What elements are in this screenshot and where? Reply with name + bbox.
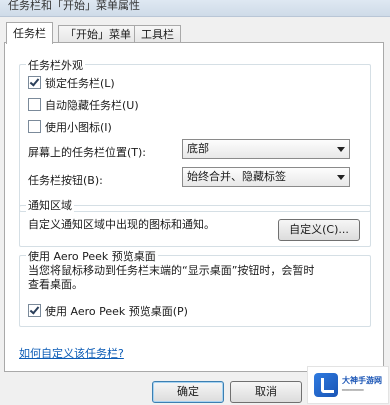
window-title: 任务栏和「开始」菜单属性 [8, 0, 140, 12]
site-watermark: 大神手游网 ━━━━━━ [307, 366, 389, 404]
lock-taskbar-label: 锁定任务栏(L) [45, 77, 115, 90]
position-label: 屏幕上的任务栏位置(T): [28, 146, 147, 159]
position-select[interactable]: 底部 [182, 139, 350, 159]
chevron-down-icon [337, 147, 345, 152]
notification-legend: 通知区域 [26, 197, 74, 213]
tab-start-menu[interactable]: 「开始」菜单 [58, 25, 138, 43]
cancel-button[interactable]: 取消 [230, 381, 302, 403]
position-value: 底部 [187, 142, 209, 155]
buttons-label: 任务栏按钮(B): [28, 174, 103, 187]
taskbar-tab-panel: 任务栏外观 锁定任务栏(L) 自动隐藏任务栏(U) 使用小图标(I) 屏幕上的任… [4, 42, 384, 372]
lock-taskbar-checkbox[interactable] [28, 76, 41, 89]
aero-peek-checkbox[interactable] [28, 304, 41, 317]
tab-taskbar[interactable]: 任务栏 [6, 22, 53, 44]
aero-peek-label: 使用 Aero Peek 预览桌面(P) [45, 305, 188, 318]
small-icons-checkbox[interactable] [28, 120, 41, 133]
notification-group: 通知区域 自定义通知区域中出现的图标和通知。 自定义(C)... [19, 197, 371, 247]
small-icons-option[interactable]: 使用小图标(I) [28, 120, 112, 134]
chevron-down-icon [337, 175, 345, 180]
watermark-name: 大神手游网 [342, 376, 382, 385]
aero-peek-option[interactable]: 使用 Aero Peek 预览桌面(P) [28, 304, 188, 318]
customize-button[interactable]: 自定义(C)... [278, 219, 360, 241]
aero-peek-description-2: 查看桌面。 [28, 278, 83, 291]
small-icons-label: 使用小图标(I) [45, 121, 112, 134]
watermark-underline: ━━━━━━ [342, 387, 364, 394]
buttons-value: 始终合并、隐藏标签 [187, 170, 286, 183]
brand-logo-icon [314, 373, 338, 397]
help-link[interactable]: 如何自定义该任务栏? [19, 345, 124, 361]
buttons-select[interactable]: 始终合并、隐藏标签 [182, 167, 350, 187]
autohide-label: 自动隐藏任务栏(U) [45, 99, 139, 112]
tab-toolbars[interactable]: 工具栏 [134, 25, 181, 43]
aero-peek-group: 使用 Aero Peek 预览桌面 当您将鼠标移动到任务栏末端的“显示桌面”按钮… [19, 248, 371, 327]
lock-taskbar-option[interactable]: 锁定任务栏(L) [28, 76, 115, 90]
appearance-group: 任务栏外观 锁定任务栏(L) 自动隐藏任务栏(U) 使用小图标(I) 屏幕上的任… [19, 57, 371, 212]
title-bar: 任务栏和「开始」菜单属性 [0, 0, 390, 17]
autohide-option[interactable]: 自动隐藏任务栏(U) [28, 98, 139, 112]
autohide-checkbox[interactable] [28, 98, 41, 111]
notification-description: 自定义通知区域中出现的图标和通知。 [28, 218, 215, 231]
ok-button[interactable]: 确定 [152, 381, 224, 403]
appearance-legend: 任务栏外观 [26, 57, 85, 73]
